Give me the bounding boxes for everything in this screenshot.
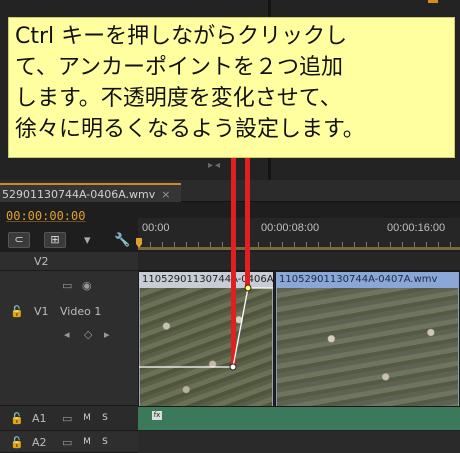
video-clip-0406A[interactable]: 11052901130744A-0406A.wmv bbox=[138, 271, 274, 417]
ruler-label-start: 00:00 bbox=[142, 222, 170, 234]
track-headers: V2 🔓 V1 ▭ ◉ Video 1 ◂ ◇ ▸ 🔓 A1 ▭ M S 🔓 A… bbox=[0, 252, 138, 453]
add-keyframe-icon[interactable]: ◇ bbox=[84, 328, 92, 341]
tab-sequence[interactable]: 52901130744A-0406A.wmv × bbox=[0, 183, 181, 202]
timeline-toolbar: ⊂ ⊞ ▾ 🔧 bbox=[0, 232, 138, 250]
instruction-callout: Ctrl キーを押しながらクリックし て、アンカーポイントを２つ追加 します。不… bbox=[8, 17, 455, 158]
lock-icon[interactable]: 🔓 bbox=[10, 412, 24, 425]
callout-line-3: します。不透明度を変化させて、 bbox=[15, 86, 342, 111]
mute-button[interactable]: M bbox=[80, 436, 94, 448]
track-name-v2: V2 bbox=[34, 255, 49, 268]
solo-button[interactable]: S bbox=[98, 436, 112, 448]
clip-label: 11052901130744A-0406A.wmv bbox=[139, 272, 273, 288]
work-area-bar[interactable] bbox=[138, 247, 460, 250]
ruler-label-8s: 00:00:08:00 bbox=[261, 222, 320, 234]
next-keyframe-icon[interactable]: ▸ bbox=[104, 328, 110, 341]
track-header-a2: 🔓 A2 ▭ M S bbox=[0, 431, 138, 453]
callout-line-2: て、アンカーポイントを２つ追加 bbox=[15, 55, 344, 80]
panel-focus-indicator bbox=[428, 0, 438, 3]
linked-selection-button[interactable]: ⊞ bbox=[44, 232, 66, 248]
callout-text: Ctrl キーを押しながらクリックし て、アンカーポイントを２つ追加 します。不… bbox=[15, 21, 455, 145]
fx-badge: fx bbox=[152, 411, 162, 420]
snap-button[interactable]: ⊂ bbox=[8, 232, 30, 248]
sync-icon[interactable]: ▭ bbox=[62, 412, 72, 425]
track-name-a2: A2 bbox=[32, 436, 47, 449]
clip-label: 11052901130744A-0407A.wmv bbox=[276, 272, 459, 288]
track-header-v1: 🔓 V1 ▭ ◉ Video 1 ◂ ◇ ▸ bbox=[0, 271, 138, 406]
tab-sequence-label: 52901130744A-0406A.wmv bbox=[2, 188, 156, 201]
ruler-label-16s: 00:00:16:00 bbox=[387, 222, 446, 234]
wrench-icon[interactable]: 🔧 bbox=[114, 233, 130, 248]
solo-button[interactable]: S bbox=[98, 412, 112, 424]
track-name-a1: A1 bbox=[32, 412, 47, 425]
close-icon[interactable]: × bbox=[161, 188, 170, 201]
eye-icon[interactable]: ◉ bbox=[82, 279, 92, 292]
track-a1[interactable]: fx bbox=[138, 406, 460, 430]
callout-line-4: 徐々に明るくなるよう設定します。 bbox=[15, 117, 365, 142]
callout-line-1: Ctrl キーを押しながらクリックし bbox=[15, 24, 348, 49]
time-ruler[interactable]: 00:00 00:00:08:00 00:00:16:00 bbox=[138, 218, 460, 248]
track-a2[interactable] bbox=[138, 431, 460, 453]
mute-button[interactable]: M bbox=[80, 412, 94, 424]
track-header-a1: 🔓 A1 ▭ M S bbox=[0, 406, 138, 431]
transport-controls-icon[interactable]: ▸◂ bbox=[208, 160, 222, 171]
lock-icon[interactable]: 🔓 bbox=[10, 305, 24, 318]
timeline-tracks: 11052901130744A-0406A.wmv 11052901130744… bbox=[138, 252, 460, 453]
clip-thumbnail bbox=[140, 288, 272, 415]
add-marker-icon[interactable]: ▾ bbox=[84, 233, 91, 248]
video-clip-0407A[interactable]: 11052901130744A-0407A.wmv bbox=[275, 271, 460, 417]
track-label-video1: Video 1 bbox=[60, 305, 102, 318]
track-v2[interactable] bbox=[138, 252, 460, 271]
clip-thumbnail bbox=[277, 288, 458, 415]
film-icon[interactable]: ▭ bbox=[62, 279, 72, 292]
sync-icon[interactable]: ▭ bbox=[62, 436, 72, 449]
track-header-v2: V2 bbox=[0, 252, 138, 271]
playhead-timecode[interactable]: 00:00:00:00 bbox=[6, 209, 85, 223]
sequence-tab-bar: 52901130744A-0406A.wmv × bbox=[0, 180, 460, 202]
lock-icon[interactable]: 🔓 bbox=[10, 436, 24, 449]
previous-keyframe-icon[interactable]: ◂ bbox=[64, 328, 70, 341]
track-name-v1: V1 bbox=[34, 305, 49, 318]
